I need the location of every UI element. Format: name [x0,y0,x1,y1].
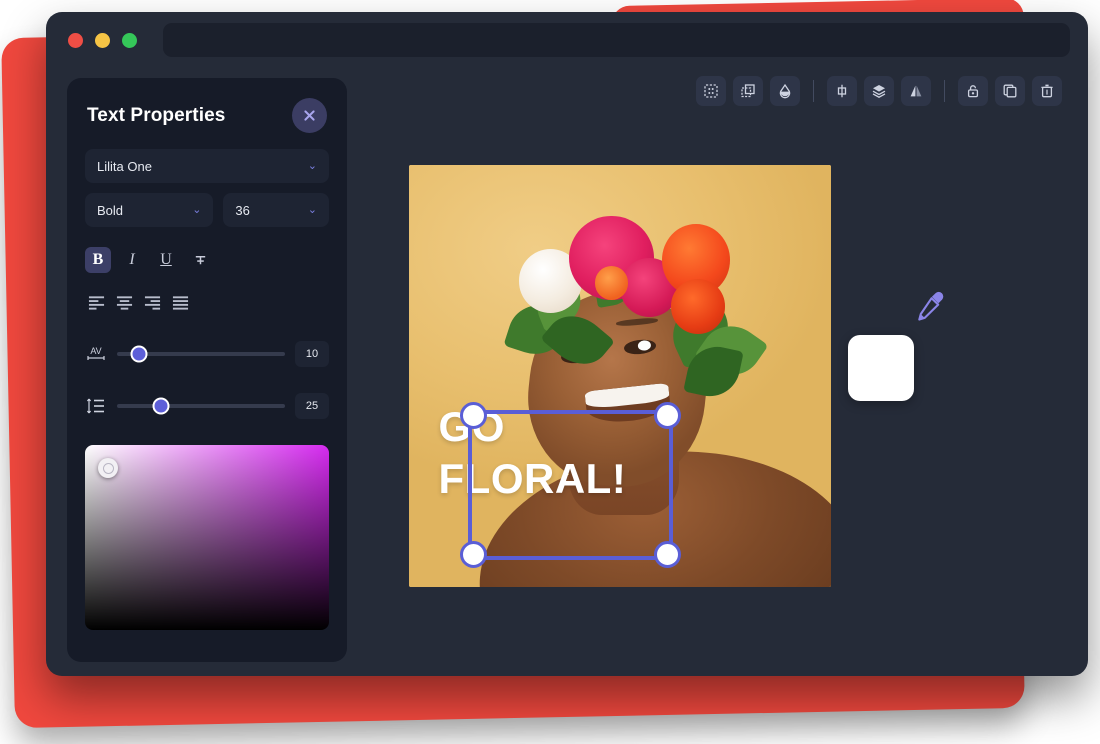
unlock-icon [965,83,981,99]
toolbar-divider-2 [944,80,945,102]
text-properties-panel: Text Properties Lilita One ⌄ Bold ⌄ [67,78,347,662]
panel-header: Text Properties [67,78,347,133]
picked-color-swatch [848,335,914,401]
trash-icon [1039,83,1055,99]
svg-text:AV: AV [90,346,101,356]
line-height-row: 25 [85,393,329,419]
font-size-value: 36 [235,203,249,218]
copy-icon [1002,83,1018,99]
chevron-down-icon: ⌄ [308,205,317,216]
letter-spacing-row: AV 10 [85,341,329,367]
copy-tool-button[interactable] [995,76,1025,106]
resize-tool-button[interactable] [696,76,726,106]
underline-button[interactable]: U [153,247,179,273]
resize-handle-top-right[interactable] [654,402,681,429]
layers-tool-button[interactable] [864,76,894,106]
line-height-value[interactable]: 25 [295,393,329,419]
align-justify-button[interactable] [172,295,189,315]
screenshot-stage: Text Properties Lilita One ⌄ Bold ⌄ [0,0,1100,744]
letter-spacing-glyph: AV [86,345,106,363]
font-size-select[interactable]: 36 ⌄ [223,193,329,227]
crown-flower-orange [671,279,726,334]
minimize-window-button[interactable] [95,33,110,48]
duplicate-frames-tool-button[interactable] [733,76,763,106]
align-justify-icon [172,295,189,310]
letter-spacing-icon: AV [85,345,107,363]
flip-horizontal-icon [908,83,924,99]
color-picker-area[interactable] [85,445,329,630]
align-tool-button[interactable] [827,76,857,106]
canvas-toolbar [696,76,1062,106]
lock-tool-button[interactable] [958,76,988,106]
app-window: Text Properties Lilita One ⌄ Bold ⌄ [46,12,1088,676]
align-left-icon [88,295,105,310]
chevron-down-icon: ⌄ [192,205,201,216]
letter-spacing-value[interactable]: 10 [295,341,329,367]
chevron-down-icon: ⌄ [308,161,317,172]
toolbar-divider [813,80,814,102]
letter-spacing-thumb[interactable] [130,346,147,363]
close-panel-button[interactable] [292,98,327,133]
align-center-icon [116,295,133,310]
close-icon [302,108,317,123]
opacity-tool-button[interactable] [770,76,800,106]
line-height-slider[interactable] [117,404,285,408]
eyedropper-cursor [912,289,948,330]
align-center-vertical-icon [834,83,850,99]
strikethrough-button[interactable] [187,247,213,273]
font-family-select[interactable]: Lilita One ⌄ [85,149,329,183]
bold-button[interactable]: B [85,247,111,273]
resize-handle-bottom-left[interactable] [460,541,487,568]
panel-body: Lilita One ⌄ Bold ⌄ 36 ⌄ B I [67,133,347,630]
italic-button[interactable]: I [119,247,145,273]
resize-handle-top-left[interactable] [460,402,487,429]
layers-icon [871,83,887,99]
close-window-button[interactable] [68,33,83,48]
flip-tool-button[interactable] [901,76,931,106]
align-right-button[interactable] [144,295,161,315]
maximize-window-button[interactable] [122,33,137,48]
delete-tool-button[interactable] [1032,76,1062,106]
crown-flower-bud [595,266,629,300]
traffic-lights [68,33,137,48]
text-align-buttons [85,295,329,315]
eyedropper-icon [912,289,948,325]
font-family-value: Lilita One [97,159,152,174]
color-picker-knob[interactable] [98,458,118,478]
duplicate-frames-icon [740,83,756,99]
font-style-size-row: Bold ⌄ 36 ⌄ [85,193,329,227]
letter-spacing-slider[interactable] [117,352,285,356]
align-right-icon [144,295,161,310]
address-bar[interactable] [163,23,1070,57]
line-height-glyph [86,397,106,415]
line-height-thumb[interactable] [152,398,169,415]
text-selection-box[interactable] [468,410,673,560]
text-style-buttons: B I U [85,247,329,273]
strikethrough-icon [193,253,208,268]
page-title: Text Properties [87,105,225,127]
line-height-icon [85,397,107,415]
font-style-value: Bold [97,203,123,218]
font-style-select[interactable]: Bold ⌄ [85,193,213,227]
title-bar [46,12,1088,68]
crop-resize-icon [703,83,719,99]
droplet-opacity-icon [777,83,793,99]
resize-handle-bottom-right[interactable] [654,541,681,568]
align-left-button[interactable] [88,295,105,315]
align-center-button[interactable] [116,295,133,315]
